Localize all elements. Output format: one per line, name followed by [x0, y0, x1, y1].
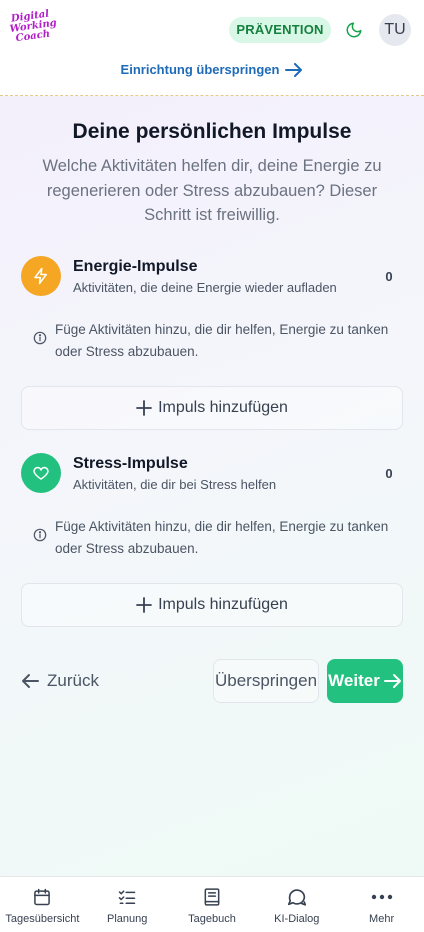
more-icon — [371, 886, 393, 908]
stress-hint-text: Füge Aktivitäten hinzu, die dir helfen, … — [55, 519, 389, 556]
nav-item-mehr[interactable]: Mehr — [339, 877, 424, 932]
stress-count: 0 — [385, 466, 393, 481]
app-logo[interactable]: Digital Working Coach — [8, 9, 57, 51]
skip-button[interactable]: Überspringen — [213, 659, 319, 703]
arrow-left-icon — [22, 674, 39, 688]
next-button[interactable]: Weiter — [327, 659, 403, 703]
page-title: Deine persönlichen Impulse — [72, 120, 352, 143]
nav-item-tagesuebersicht[interactable]: Tagesübersicht — [0, 877, 85, 932]
plus-icon — [136, 597, 152, 613]
prevention-badge: PRÄVENTION — [229, 17, 331, 43]
add-stress-impulse-button[interactable]: Impuls hinzufügen — [21, 583, 403, 627]
energy-section-title: Energie-Impulse — [73, 258, 198, 275]
skip-setup-link[interactable]: Einrichtung überspringen — [0, 62, 424, 77]
heart-icon — [33, 466, 49, 480]
skip-setup-label: Einrichtung überspringen — [120, 62, 280, 77]
moon-icon — [346, 22, 362, 38]
nav-label: Tagesübersicht — [5, 913, 80, 925]
arrow-right-icon — [285, 62, 303, 77]
nav-label: Mehr — [369, 913, 395, 925]
nav-item-tagebuch[interactable]: Tagebuch — [170, 877, 255, 932]
nav-label: Tagebuch — [188, 913, 236, 925]
user-avatar[interactable]: TU — [379, 14, 411, 46]
energy-section-icon — [21, 256, 61, 296]
page-subtitle: Welche Aktivitäten helfen dir, deine Ene… — [42, 157, 382, 224]
energy-hint-text: Füge Aktivitäten hinzu, die dir helfen, … — [55, 322, 389, 359]
dark-mode-toggle[interactable] — [343, 19, 365, 41]
stress-section-description: Aktivitäten, die dir bei Stress helfen — [73, 477, 277, 492]
add-energy-impulse-button[interactable]: Impuls hinzufügen — [21, 386, 403, 430]
plus-icon — [136, 400, 152, 416]
energy-count: 0 — [385, 269, 393, 284]
nav-item-ki-dialog[interactable]: KI-Dialog — [254, 877, 339, 932]
book-icon — [201, 886, 223, 908]
bottom-navigation: Tagesübersicht Planung Tagebuch KI-Dialo… — [0, 876, 424, 932]
chat-icon — [286, 886, 308, 908]
nav-item-planung[interactable]: Planung — [85, 877, 170, 932]
nav-label: KI-Dialog — [274, 913, 320, 925]
checklist-icon — [116, 886, 138, 908]
back-label: Zurück — [47, 671, 99, 690]
stress-section-icon — [21, 453, 61, 493]
next-label: Weiter — [328, 671, 380, 690]
nav-label: Planung — [107, 913, 148, 925]
add-stress-impulse-label: Impuls hinzufügen — [158, 596, 288, 613]
back-button[interactable]: Zurück — [21, 669, 99, 693]
calendar-icon — [31, 886, 53, 908]
stress-section-title: Stress-Impulse — [73, 455, 188, 472]
info-icon — [33, 331, 47, 345]
energy-section-description: Aktivitäten, die deine Energie wieder au… — [73, 280, 337, 295]
add-energy-impulse-label: Impuls hinzufügen — [158, 399, 288, 416]
lightning-icon — [34, 267, 47, 285]
top-bar: Digital Working Coach PRÄVENTION TU Einr… — [0, 0, 424, 96]
info-icon — [33, 528, 47, 542]
arrow-right-icon — [383, 674, 401, 688]
